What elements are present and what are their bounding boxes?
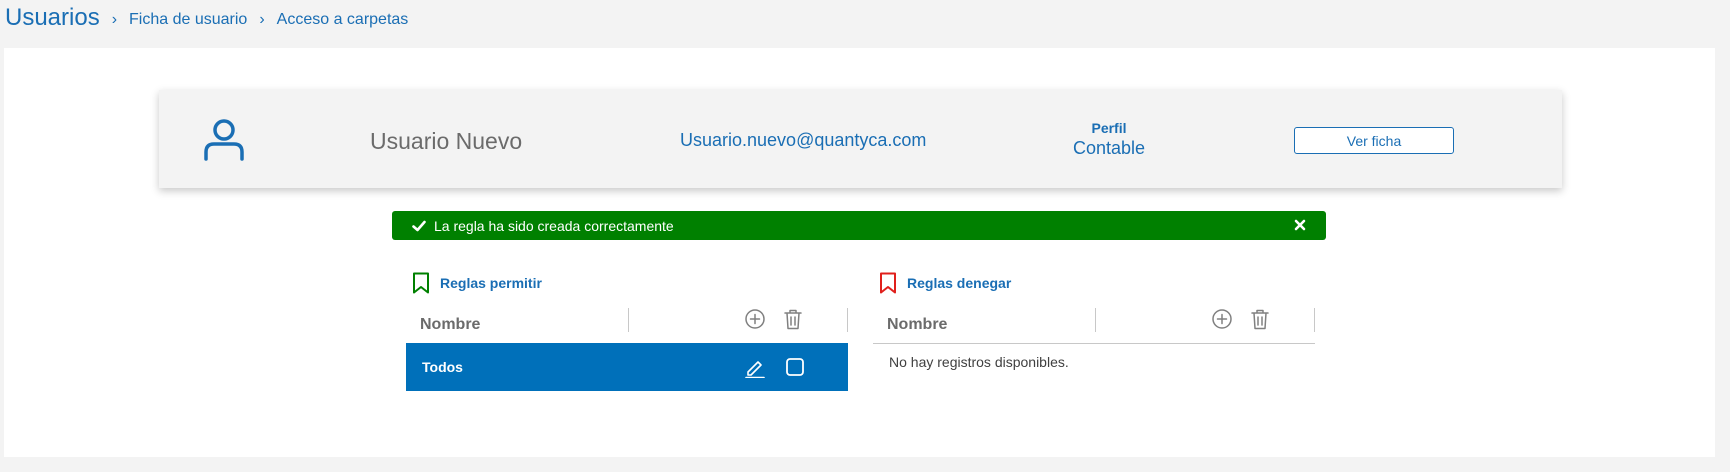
breadcrumb: Usuarios › Ficha de usuario › Acceso a c…	[5, 2, 408, 34]
add-circle-icon[interactable]	[1211, 307, 1233, 331]
breadcrumb-acceso-a-carpetas[interactable]: Acceso a carpetas	[277, 11, 409, 29]
breadcrumb-separator: ›	[111, 11, 118, 28]
empty-message: No hay registros disponibles.	[889, 354, 1069, 370]
check-icon	[412, 220, 426, 231]
column-divider[interactable]	[847, 308, 848, 332]
user-card: Usuario Nuevo Usuario.nuevo@quantyca.com…	[159, 90, 1562, 188]
table-divider	[873, 343, 1315, 344]
bookmark-icon	[413, 272, 429, 294]
deny-table-header: Nombre	[873, 301, 1315, 343]
column-header-nombre[interactable]: Nombre	[887, 316, 947, 334]
success-alert: La regla ha sido creada correctamente	[392, 211, 1326, 240]
allow-rules-section: Reglas permitir Nombre Todos	[406, 271, 848, 391]
profile-label: Perfil	[1091, 120, 1127, 136]
allow-table-header: Nombre	[406, 301, 848, 343]
trash-icon[interactable]	[782, 307, 804, 331]
breadcrumb-ficha-de-usuario[interactable]: Ficha de usuario	[129, 11, 247, 29]
deny-rules-title: Reglas denegar	[907, 275, 1012, 291]
alert-message: La regla ha sido creada correctamente	[434, 217, 674, 234]
ver-ficha-button[interactable]: Ver ficha	[1294, 127, 1454, 154]
deny-rules-section: Reglas denegar Nombre No hay registros d…	[873, 271, 1315, 370]
main-panel: Usuario Nuevo Usuario.nuevo@quantyca.com…	[4, 48, 1715, 457]
bookmark-icon	[880, 272, 896, 294]
trash-icon[interactable]	[1249, 307, 1271, 331]
column-divider[interactable]	[1095, 308, 1096, 332]
column-header-nombre[interactable]: Nombre	[420, 316, 480, 334]
user-name: Usuario Nuevo	[370, 128, 523, 154]
column-divider[interactable]	[1314, 308, 1315, 332]
column-divider[interactable]	[628, 308, 629, 332]
user-icon	[204, 119, 244, 161]
edit-icon[interactable]	[744, 356, 766, 378]
checkbox-icon[interactable]	[784, 356, 806, 378]
add-circle-icon[interactable]	[744, 307, 766, 331]
breadcrumb-separator: ›	[259, 11, 265, 28]
allow-rules-title: Reglas permitir	[440, 275, 542, 291]
row-label: Todos	[422, 359, 463, 375]
table-row[interactable]: Todos	[406, 343, 848, 391]
close-icon[interactable]	[1292, 217, 1308, 233]
user-email: Usuario.nuevo@quantyca.com	[680, 130, 927, 150]
breadcrumb-usuarios[interactable]: Usuarios	[5, 4, 100, 32]
profile-value: Contable	[1072, 138, 1146, 158]
